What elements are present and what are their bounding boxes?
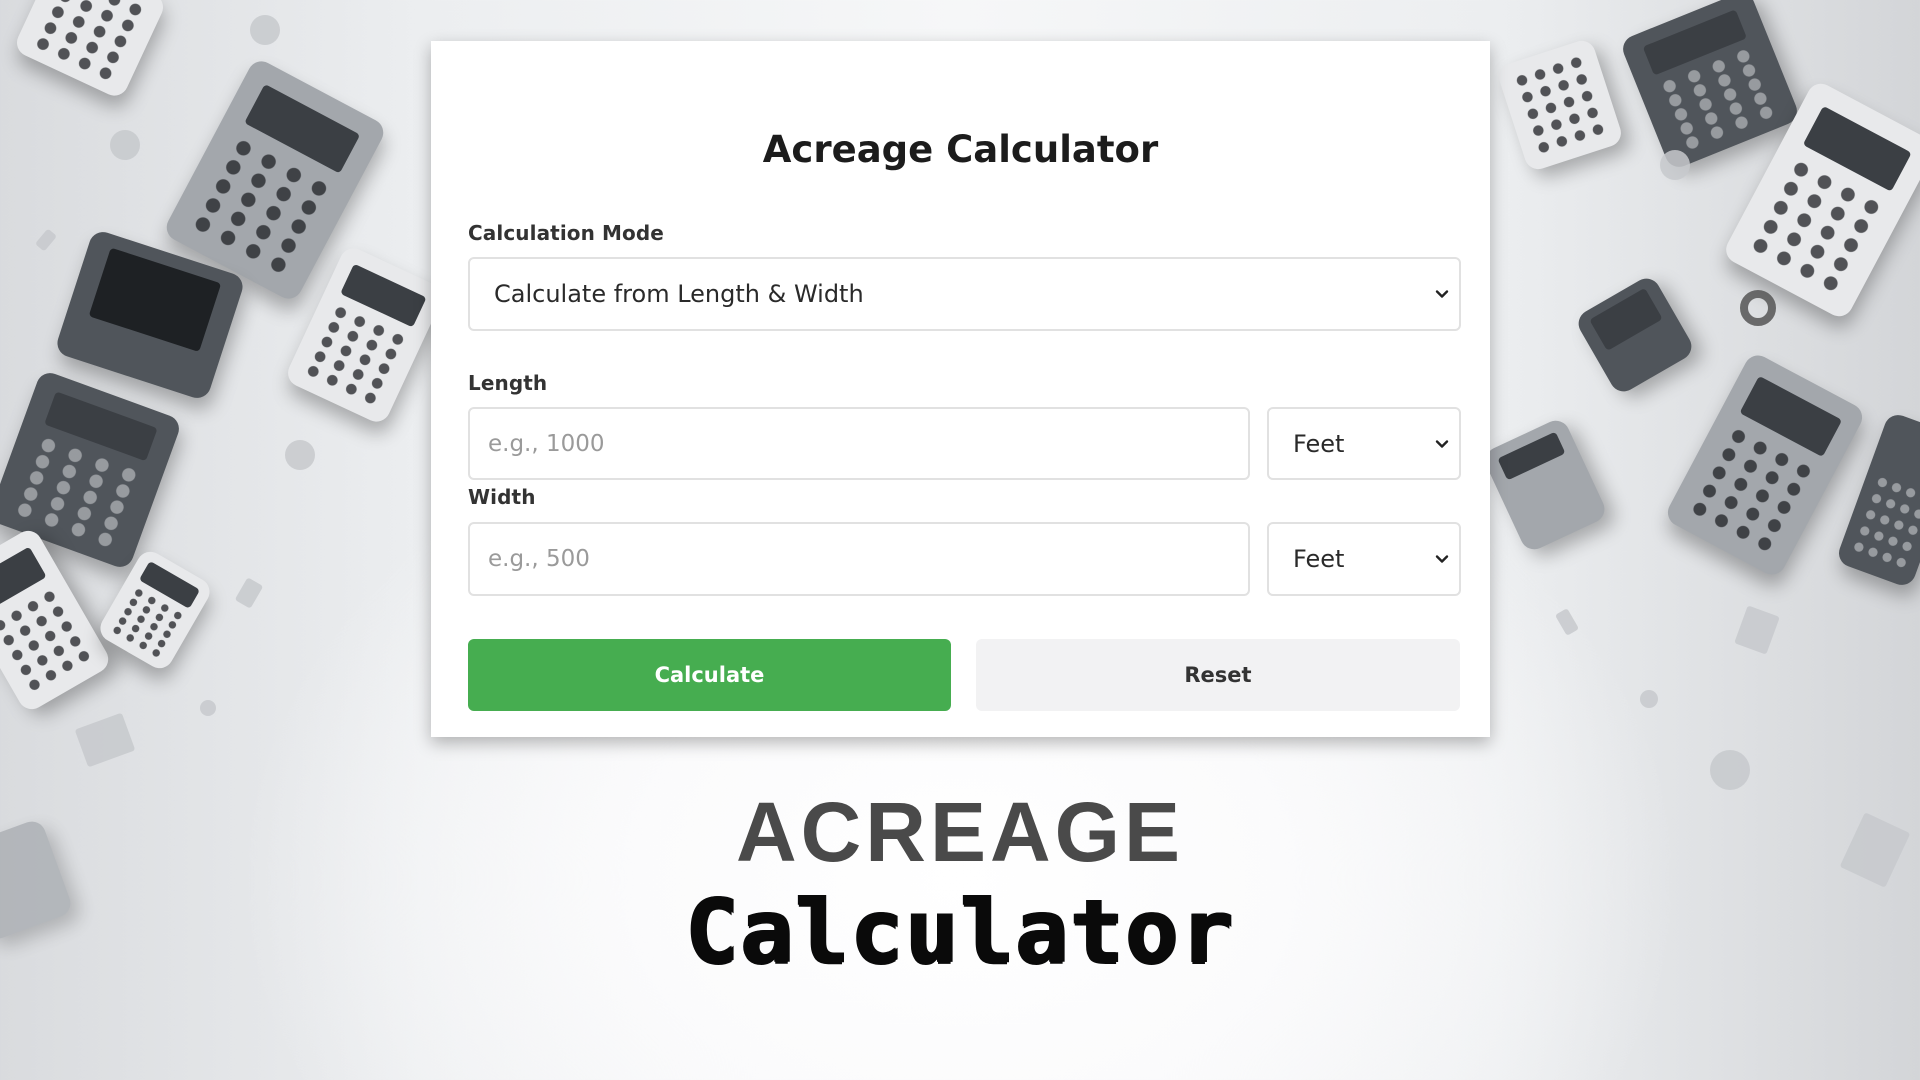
- calculator-illustration: [12, 0, 168, 101]
- length-label: Length: [468, 371, 548, 395]
- width-unit-value: Feet: [1293, 545, 1345, 573]
- length-unit-select[interactable]: Feet: [1267, 407, 1461, 480]
- calculation-mode-value: Calculate from Length & Width: [494, 280, 864, 308]
- width-unit-select[interactable]: Feet: [1267, 522, 1461, 596]
- length-unit-value: Feet: [1293, 429, 1345, 458]
- calculator-illustration: [1835, 411, 1920, 589]
- width-placeholder: e.g., 500: [488, 546, 590, 572]
- calculation-mode-label: Calculation Mode: [468, 221, 664, 245]
- calculator-card: Acreage Calculator Calculation Mode Calc…: [431, 41, 1490, 737]
- card-title: Acreage Calculator: [762, 128, 1159, 171]
- calculator-illustration: [1618, 0, 1802, 172]
- banner-title-acreage: ACREAGE: [735, 785, 1185, 879]
- length-input[interactable]: e.g., 1000: [468, 407, 1250, 480]
- width-label: Width: [468, 485, 536, 509]
- calculator-illustration: [1480, 416, 1610, 554]
- chevron-down-icon: [1435, 439, 1449, 448]
- calculator-illustration: [1663, 350, 1867, 580]
- calculator-illustration: [95, 546, 215, 674]
- width-input[interactable]: e.g., 500: [468, 522, 1250, 596]
- banner-title-calculator: Calculator: [685, 880, 1235, 983]
- calculator-illustration: [1495, 37, 1625, 173]
- calculation-mode-select[interactable]: Calculate from Length & Width: [468, 257, 1461, 331]
- calculator-illustration: [0, 525, 114, 715]
- length-placeholder: e.g., 1000: [488, 430, 605, 457]
- calculator-illustration: [1721, 78, 1920, 322]
- calculate-button[interactable]: Calculate: [468, 639, 951, 711]
- calculator-illustration: [53, 228, 247, 402]
- reset-button[interactable]: Reset: [976, 639, 1460, 711]
- chevron-down-icon: [1435, 290, 1449, 298]
- calculator-illustration: [283, 243, 447, 427]
- calculator-illustration: [161, 56, 389, 304]
- calculator-illustration: [1573, 273, 1697, 397]
- calculator-illustration: [0, 369, 183, 571]
- chevron-down-icon: [1435, 555, 1449, 563]
